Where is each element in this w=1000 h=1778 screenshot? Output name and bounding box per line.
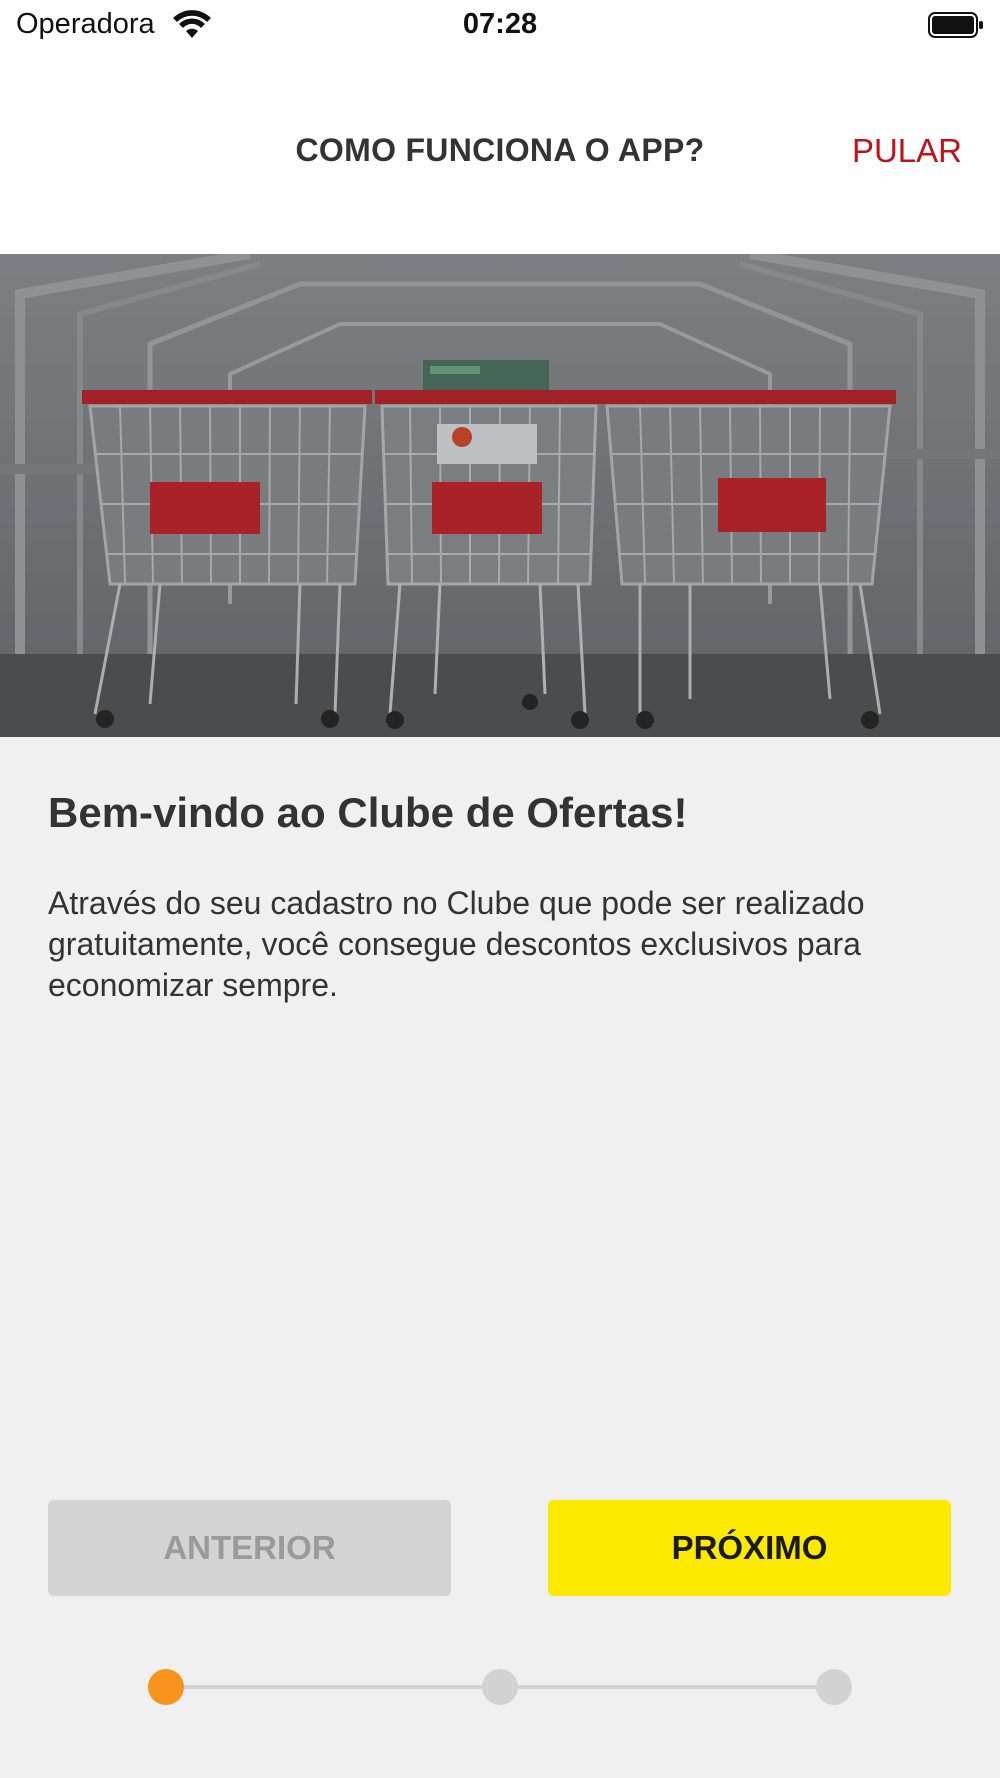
status-bar: Operadora 07:28 [0,0,1000,52]
step-dot-2 [482,1669,518,1705]
next-button[interactable]: PRÓXIMO [548,1500,951,1596]
previous-button[interactable]: ANTERIOR [48,1500,451,1596]
status-time: 07:28 [462,8,538,40]
step-dot-1 [148,1669,184,1705]
step-indicator [148,1669,852,1705]
hero-image [0,254,1000,737]
step-dot-3 [816,1669,852,1705]
onboarding-content: Bem-vindo ao Clube de Ofertas! Através d… [48,788,953,1006]
nav-header: COMO FUNCIONA O APP? PULAR [0,52,1000,254]
onboarding-description: Através do seu cadastro no Clube que pod… [48,885,865,1003]
shopping-carts-illustration [0,254,1000,737]
battery-icon [928,12,983,38]
page-title: COMO FUNCIONA O APP? [295,132,705,168]
skip-button[interactable]: PULAR [852,132,962,170]
onboarding-heading: Bem-vindo ao Clube de Ofertas! [48,789,688,836]
